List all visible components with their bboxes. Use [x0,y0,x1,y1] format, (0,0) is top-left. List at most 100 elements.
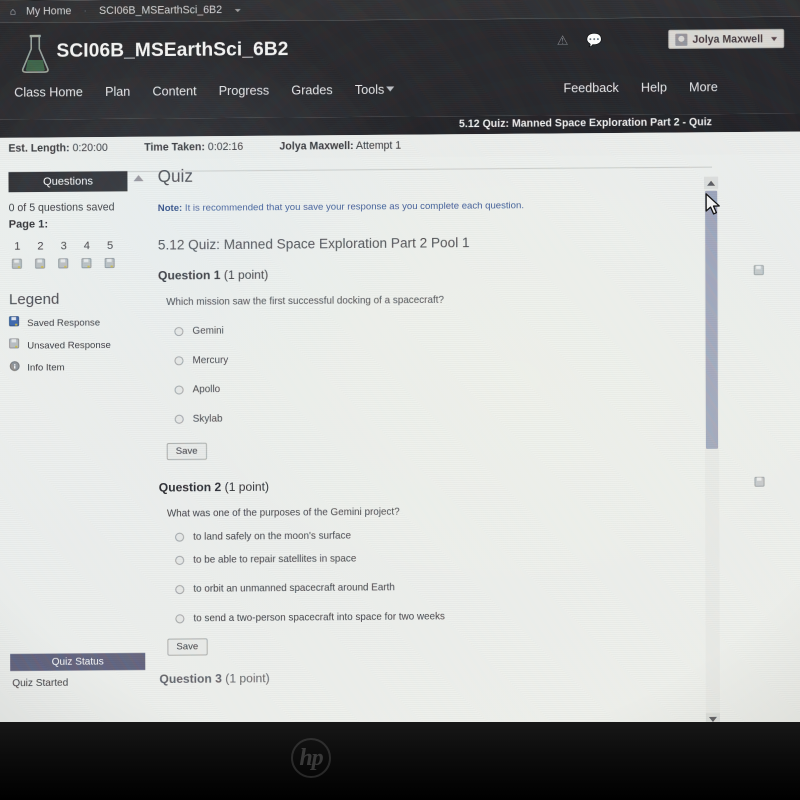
radio-button[interactable] [175,585,185,595]
questions-panel-header[interactable]: Questions [8,171,128,193]
breadcrumb-separator: · [83,5,88,18]
question-number-list: 1 2 3 4 5 [9,240,144,275]
nav-item-class-home[interactable]: Class Home [14,85,83,100]
course-navbar: SCI06B_MSEarthSci_6B2 ⚠ 💬 Jolya Maxwell … [0,16,800,120]
question-1-number: Question 1 [158,268,221,284]
question-1-option-1[interactable]: Gemini [174,322,743,338]
question-2-option-3[interactable]: to orbit an unmanned spacecraft around E… [175,580,744,596]
questions-panel-title: Questions [43,175,93,188]
option-label: Gemini [192,325,224,338]
option-label: to orbit an unmanned spacecraft around E… [193,582,395,596]
legend-title: Legend [8,290,60,309]
mouse-cursor [705,193,720,215]
radio-button[interactable] [174,327,184,337]
user-menu[interactable]: Jolya Maxwell [668,28,785,49]
question-2-header: Question 2 (1 point) [158,476,765,495]
question-1-save-button[interactable]: Save [166,443,207,461]
nav-item-help[interactable]: Help [641,80,667,94]
unsaved-response-icon [81,256,92,274]
question-3-header: Question 3 (1 point) [159,668,744,687]
quiz-status-title: Quiz Status [51,656,104,668]
saved-questions-count: 0 of 5 questions saved [8,201,115,215]
question-1-option-4[interactable]: Skylab [174,410,744,426]
question-1-text: Which mission saw the first successful d… [166,295,444,309]
question-link-4[interactable]: 4 [81,240,92,274]
question-2-option-1[interactable]: to land safely on the moon's surface [175,528,744,544]
page-title: SCI06B_MSEarthSci_6B2 [56,38,289,62]
laptop-screen-photo: ⌂ My Home · SCI06B_MSEarthSci_6B2 SCI06B… [0,0,800,800]
question-2-number: Question 2 [158,480,222,495]
unsaved-response-icon [9,338,20,352]
legend-item-saved-response: Saved Response [8,315,144,330]
nav-item-tools[interactable]: Tools [355,82,395,97]
radio-button[interactable] [174,356,184,366]
nav-item-plan[interactable]: Plan [105,84,130,98]
question-link-2[interactable]: 2 [34,240,46,274]
browser-screen: ⌂ My Home · SCI06B_MSEarthSci_6B2 SCI06B… [0,0,800,735]
chevron-down-icon[interactable] [235,8,242,12]
breadcrumb-course-link[interactable]: SCI06B_MSEarthSci_6B2 [99,4,222,17]
unsaved-response-icon[interactable] [753,265,765,279]
collapse-panel-icon[interactable] [133,175,144,182]
home-icon: ⌂ [9,6,17,18]
question-3-number: Question 3 [159,671,222,687]
radio-button[interactable] [175,556,185,566]
quiz-note: Note: It is recommended that you save yo… [158,199,743,216]
breadcrumb-home-link[interactable]: My Home [26,5,71,17]
question-1-option-3[interactable]: Apollo [174,380,744,396]
unsaved-response-icon[interactable] [754,476,765,491]
option-label: Apollo [192,384,221,396]
question-link-3[interactable]: 3 [58,240,69,274]
nav-item-grades[interactable]: Grades [291,83,332,97]
chat-icon[interactable]: 💬 [586,32,602,48]
attempt-info: Jolya Maxwell: Attempt 1 [279,139,402,153]
chevron-down-icon [386,86,395,92]
main-nav: Class Home Plan Content Progress Grades … [14,82,395,100]
option-label: to send a two-person spacecraft into spa… [193,611,445,625]
question-link-5[interactable]: 5 [104,240,115,274]
alert-icon[interactable]: ⚠ [557,33,569,49]
quiz-title: 5.12 Quiz: Manned Space Exploration Part… [458,116,712,131]
quiz-status-header[interactable]: Quiz Status [10,652,146,672]
question-1-option-2[interactable]: Mercury [174,351,743,367]
scroll-up-arrow-icon[interactable] [704,176,719,189]
unsaved-response-icon [34,256,46,274]
unsaved-response-icon [58,256,69,274]
nav-item-content[interactable]: Content [152,84,196,98]
question-2-save-button[interactable]: Save [167,638,208,657]
questions-sidebar: Questions 0 of 5 questions saved Page 1:… [8,171,144,375]
unsaved-response-icon [104,256,116,274]
nav-item-progress[interactable]: Progress [219,83,269,98]
saved-response-icon [8,316,20,330]
scrollbar-thumb[interactable] [705,190,719,449]
radio-button[interactable] [175,532,185,543]
legend-item-unsaved-response: Unsaved Response [9,337,144,352]
chevron-down-icon [771,36,778,41]
hp-logo: hp [291,738,331,778]
flask-icon [21,34,49,73]
user-name-label: Jolya Maxwell [692,32,764,46]
radio-button[interactable] [174,415,184,425]
note-label: Note: [157,202,183,215]
page-label: Page 1: [8,218,49,231]
quiz-pool-title: 5.12 Quiz: Manned Space Exploration Part… [157,235,470,253]
question-1-header: Question 1 (1 point) [158,264,764,284]
radio-button[interactable] [174,385,184,395]
question-2-option-4[interactable]: to send a two-person spacecraft into spa… [175,609,744,625]
laptop-bezel: hp [0,722,800,800]
quiz-heading: Quiz [157,166,193,187]
option-label: to land safely on the moon's surface [193,530,352,543]
question-3-points: (1 point) [225,671,270,686]
info-item-icon [9,361,20,375]
radio-button[interactable] [175,614,185,624]
nav-item-feedback[interactable]: Feedback [563,81,618,96]
question-link-1[interactable]: 1 [11,241,23,275]
scrollbar[interactable] [704,176,721,726]
quiz-page-body: Questions 0 of 5 questions saved Page 1:… [0,153,800,735]
est-length: Est. Length: 0:20:00 [8,142,108,155]
legend-label: Saved Response [27,317,101,329]
question-2-option-2[interactable]: to be able to repair satellites in space [175,551,744,567]
legend-label: Unsaved Response [27,339,111,351]
nav-item-more[interactable]: More [689,80,718,94]
unsaved-response-icon [11,257,23,275]
